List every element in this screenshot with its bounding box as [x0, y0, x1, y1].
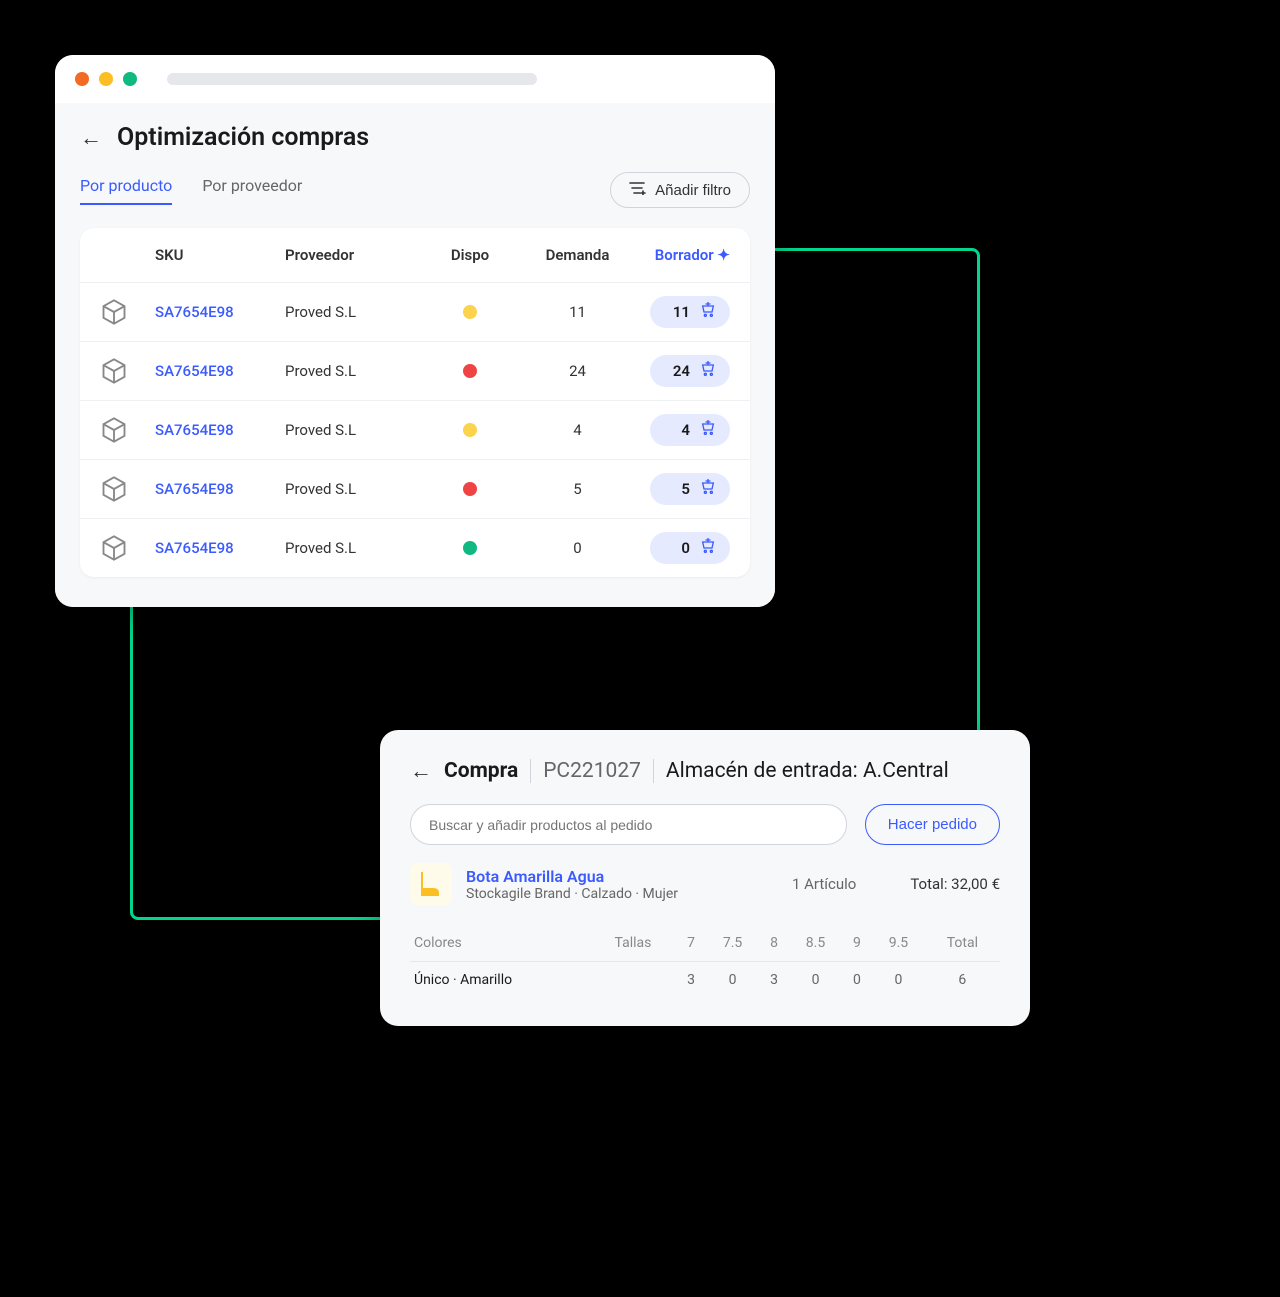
availability-dot: [463, 423, 477, 437]
table-row: SA7654E98 Proved S.L 11 11: [80, 282, 750, 341]
sparkle-icon: ✦: [717, 246, 730, 264]
header-borrador[interactable]: Borrador ✦: [635, 246, 730, 264]
header-demanda: Demanda: [520, 246, 635, 264]
size-cell: 0: [872, 962, 925, 999]
size-cell: 3: [676, 962, 706, 999]
cart-icon: [700, 302, 716, 322]
page-title: Optimización compras: [117, 123, 369, 152]
table-row: SA7654E98 Proved S.L 5 5: [80, 459, 750, 518]
size-header: 7.5: [706, 925, 759, 962]
demand-cell: 24: [520, 362, 635, 380]
sku-link[interactable]: SA7654E98: [155, 539, 234, 557]
provider-cell: Proved S.L: [285, 303, 420, 321]
draft-pill[interactable]: 4: [650, 414, 730, 446]
availability-dot: [463, 305, 477, 319]
draft-pill[interactable]: 5: [650, 473, 730, 505]
size-cell: 0: [842, 962, 872, 999]
add-filter-button[interactable]: Añadir filtro: [610, 172, 750, 208]
package-icon: [100, 475, 155, 503]
table-row: SA7654E98 Proved S.L 4 4: [80, 400, 750, 459]
cart-icon: [700, 479, 716, 499]
product-total: Total: 32,00 €: [910, 875, 1000, 893]
size-header: Total: [925, 925, 1000, 962]
url-bar[interactable]: [167, 73, 537, 85]
draft-value: 0: [681, 539, 690, 557]
availability-dot: [463, 364, 477, 378]
titlebar: [55, 55, 775, 103]
tab-por-proveedor[interactable]: Por proveedor: [202, 176, 302, 205]
sizes-table: ColoresTallas77.588.599.5Total Único · A…: [410, 925, 1000, 998]
maximize-icon[interactable]: [123, 72, 137, 86]
provider-cell: Proved S.L: [285, 421, 420, 439]
demand-cell: 0: [520, 539, 635, 557]
size-cell: 3: [759, 962, 789, 999]
sku-link[interactable]: SA7654E98: [155, 362, 234, 380]
size-header: 8.5: [789, 925, 842, 962]
header-sku: SKU: [155, 246, 285, 264]
size-header: 8: [759, 925, 789, 962]
table-row: SA7654E98 Proved S.L 0 0: [80, 518, 750, 577]
filter-icon: [629, 181, 647, 199]
table-row: SA7654E98 Proved S.L 24 24: [80, 341, 750, 400]
size-header: 7: [676, 925, 706, 962]
search-input[interactable]: [410, 804, 847, 845]
provider-cell: Proved S.L: [285, 539, 420, 557]
products-table: SKU Proveedor Dispo Demanda Borrador ✦ S…: [80, 228, 750, 577]
draft-value: 24: [673, 362, 690, 380]
size-cell: 0: [789, 962, 842, 999]
cart-icon: [700, 538, 716, 558]
back-arrow-icon[interactable]: ←: [410, 758, 432, 784]
size-cell: [590, 962, 676, 999]
minimize-icon[interactable]: [99, 72, 113, 86]
size-header: 9.5: [872, 925, 925, 962]
size-header: Tallas: [590, 925, 676, 962]
size-cell: 6: [925, 962, 1000, 999]
optimization-window: ← Optimización compras Por producto Por …: [55, 55, 775, 607]
size-cell: 0: [706, 962, 759, 999]
product-name[interactable]: Bota Amarilla Agua: [466, 867, 778, 886]
provider-cell: Proved S.L: [285, 362, 420, 380]
package-icon: [100, 298, 155, 326]
warehouse-label: Almacén de entrada: A.Central: [666, 759, 949, 783]
size-header: Colores: [410, 925, 590, 962]
demand-cell: 4: [520, 421, 635, 439]
make-order-button[interactable]: Hacer pedido: [865, 804, 1000, 845]
package-icon: [100, 534, 155, 562]
demand-cell: 11: [520, 303, 635, 321]
size-header: 9: [842, 925, 872, 962]
package-icon: [100, 357, 155, 385]
tab-por-producto[interactable]: Por producto: [80, 176, 172, 205]
package-icon: [100, 416, 155, 444]
sku-link[interactable]: SA7654E98: [155, 303, 234, 321]
product-meta: Stockagile Brand · Calzado · Mujer: [466, 886, 778, 902]
draft-pill[interactable]: 11: [650, 296, 730, 328]
cart-icon: [700, 420, 716, 440]
header-proveedor: Proveedor: [285, 246, 420, 264]
draft-value: 4: [681, 421, 690, 439]
draft-pill[interactable]: 0: [650, 532, 730, 564]
draft-value: 5: [681, 480, 690, 498]
back-arrow-icon[interactable]: ←: [80, 125, 102, 151]
draft-pill[interactable]: 24: [650, 355, 730, 387]
size-cell: Único · Amarillo: [410, 962, 590, 999]
availability-dot: [463, 482, 477, 496]
demand-cell: 5: [520, 480, 635, 498]
header-dispo: Dispo: [420, 246, 520, 264]
availability-dot: [463, 541, 477, 555]
purchase-window: ← Compra PC221027 Almacén de entrada: A.…: [380, 730, 1030, 1026]
purchase-code: PC221027: [543, 759, 641, 783]
draft-value: 11: [673, 303, 690, 321]
provider-cell: Proved S.L: [285, 480, 420, 498]
sku-link[interactable]: SA7654E98: [155, 421, 234, 439]
cart-icon: [700, 361, 716, 381]
tabs: Por producto Por proveedor: [80, 176, 302, 205]
sku-link[interactable]: SA7654E98: [155, 480, 234, 498]
filter-label: Añadir filtro: [655, 182, 731, 199]
compra-title: Compra: [444, 759, 518, 783]
article-count: 1 Artículo: [792, 875, 856, 893]
close-icon[interactable]: [75, 72, 89, 86]
product-image: [410, 863, 452, 905]
